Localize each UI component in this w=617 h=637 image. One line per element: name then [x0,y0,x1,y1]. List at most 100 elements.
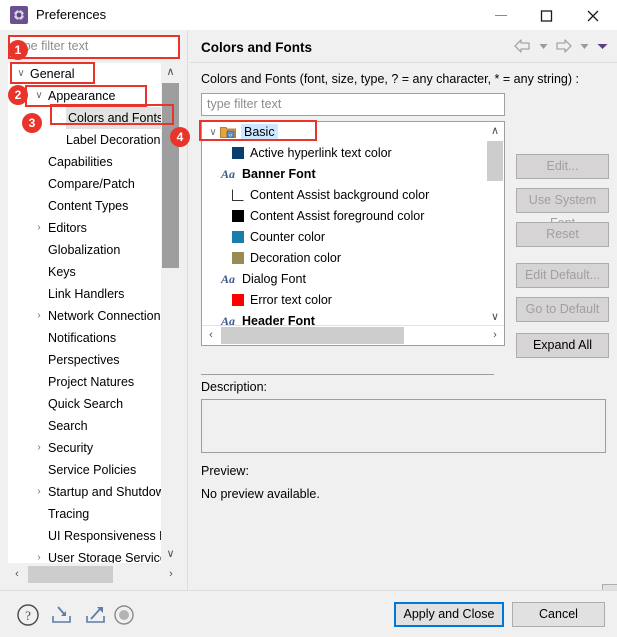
scroll-up-icon[interactable]: ∧ [161,63,180,81]
sidebar-item-label: Service Policies [48,463,137,477]
sidebar-item-label: Perspectives [48,353,120,367]
sidebar-item-tracing[interactable]: Tracing [8,503,180,525]
colors-tree-hscrollbar[interactable]: ‹ › [202,325,504,345]
preferences-tree[interactable]: ∨ General ∨ Appearance Colors and Fonts Label… [8,63,180,563]
sidebar-item-perspectives[interactable]: Perspectives [8,349,180,371]
export-icon[interactable] [84,603,108,627]
sidebar-item-general[interactable]: ∨ General [8,63,180,85]
colors-fonts-filter-input[interactable]: type filter text [201,93,505,116]
maximize-button[interactable] [525,0,571,30]
chevron-down-icon[interactable]: ∨ [14,63,28,85]
panel-divider [187,30,188,590]
scroll-right-icon[interactable]: › [162,565,180,584]
vscroll-thumb[interactable] [162,83,179,268]
sidebar-item-user-storage-service[interactable]: › User Storage Service [8,547,180,563]
colors-tree-item[interactable]: Counter color [202,227,486,248]
sidebar-item-editors[interactable]: › Editors [8,217,180,239]
maximize-icon [540,10,553,22]
scroll-down-icon[interactable]: ∨ [161,545,180,563]
cancel-button[interactable]: Cancel [512,602,605,627]
colors-tree-item[interactable]: Aa Banner Font [202,164,486,185]
colors-tree-item[interactable]: Content Assist foreground color [202,206,486,227]
sidebar-item-capabilities[interactable]: Capabilities [8,151,180,173]
scroll-left-icon[interactable]: ‹ [8,565,26,584]
sidebar-item-startup-and-shutdown[interactable]: › Startup and Shutdown [8,481,180,503]
chevron-right-icon[interactable]: › [32,481,46,503]
color-swatch-icon [232,294,244,306]
colors-tree-item[interactable]: Content Assist background color [202,185,486,206]
vscroll-thumb[interactable] [487,141,503,181]
minimize-icon [495,15,507,16]
preview-label: Preview: [201,464,249,478]
gear-glyph [13,9,25,21]
sidebar-item-label: General [30,67,75,81]
back-history-chevron-down-icon[interactable] [538,39,549,56]
scroll-down-icon[interactable]: ∨ [486,308,504,326]
sidebar-item-label: Appearance [48,89,116,103]
svg-text:a: a [229,132,232,138]
page-title: Colors and Fonts [201,40,312,55]
forward-history-chevron-down-icon[interactable] [579,39,590,56]
close-button[interactable] [571,0,617,30]
sidebar-item-service-policies[interactable]: Service Policies [8,459,180,481]
hscroll-thumb[interactable] [221,327,404,344]
help-icon[interactable]: ? [16,603,40,627]
sidebar-item-content-types[interactable]: Content Types [8,195,180,217]
chevron-right-icon[interactable]: › [32,437,46,459]
expand-all-button[interactable]: Expand All [516,333,609,358]
colors-tree-item[interactable]: Decoration color [202,248,486,269]
import-icon[interactable] [50,603,74,627]
sidebar-item-keys[interactable]: Keys [8,261,180,283]
sidebar-item-network-connections[interactable]: › Network Connections [8,305,180,327]
sidebar-item-label: Label Decorations [66,133,167,147]
hscroll-thumb[interactable] [28,566,113,583]
forward-arrow-icon[interactable] [555,39,572,56]
color-swatch-icon [232,252,244,264]
view-menu-icon[interactable] [596,39,609,56]
chevron-right-icon[interactable]: › [32,305,46,327]
sidebar-item-label: Project Natures [48,375,135,389]
annotation-badge-3: 3 [22,113,42,133]
colors-tree-vscrollbar[interactable]: ∧ ∨ [486,122,504,326]
preferences-tree-hscrollbar[interactable]: ‹ › [8,565,180,584]
scroll-right-icon[interactable]: › [486,326,504,345]
preferences-gear-icon [10,6,28,24]
scroll-up-icon[interactable]: ∧ [486,122,504,140]
colors-tree-item[interactable]: Active hyperlink text color [202,143,486,164]
colors-tree-item-label: Content Assist background color [250,188,430,203]
colors-tree-item-label: Content Assist foreground color [250,209,425,224]
color-swatch-icon [232,147,244,159]
back-arrow-icon[interactable] [514,39,531,56]
minimize-button[interactable] [479,0,525,30]
left-filter-input[interactable]: type filter text [8,35,180,58]
sidebar-item-notifications[interactable]: Notifications [8,327,180,349]
sidebar-item-quick-search[interactable]: Quick Search [8,393,180,415]
annotation-badge-4: 4 [170,127,190,147]
colors-and-fonts-tree[interactable]: ∨ a Basic Active hyperlink text color Aa Bann… [201,121,505,346]
sidebar-item-ui-responsiveness-monitoring[interactable]: UI Responsiveness Monitoring [8,525,180,547]
chevron-down-icon[interactable]: ∨ [32,85,46,107]
sidebar-item-label: Quick Search [48,397,124,411]
sidebar-item-project-natures[interactable]: Project Natures [8,371,180,393]
sidebar-item-search[interactable]: Search [8,415,180,437]
chevron-right-icon[interactable]: › [32,547,46,563]
sidebar-item-globalization[interactable]: Globalization [8,239,180,261]
colors-tree-root-basic[interactable]: ∨ a Basic [202,122,486,143]
record-icon[interactable] [112,603,136,627]
sidebar-item-appearance[interactable]: ∨ Appearance [8,85,180,107]
sidebar-item-link-handlers[interactable]: Link Handlers [8,283,180,305]
page-caption: Colors and Fonts (font, size, type, ? = … [201,72,579,86]
colors-tree-item[interactable]: Error text color [202,290,486,311]
scroll-left-icon[interactable]: ‹ [202,326,220,345]
use-system-font-button: Use System Font [516,188,609,230]
chevron-right-icon[interactable]: › [32,217,46,239]
sidebar-item-label: Network Connections [48,309,167,323]
apply-and-close-button[interactable]: Apply and Close [394,602,504,627]
sidebar-item-compare-patch[interactable]: Compare/Patch [8,173,180,195]
chevron-down-icon[interactable]: ∨ [206,122,220,143]
preferences-dialog: Preferences type filter text ∨ General ∨ Ap… [0,0,617,637]
sidebar-item-security[interactable]: › Security [8,437,180,459]
description-box [201,399,606,453]
colors-tree-item[interactable]: Aa Dialog Font [202,269,486,290]
sidebar-item-label: Editors [48,221,87,235]
